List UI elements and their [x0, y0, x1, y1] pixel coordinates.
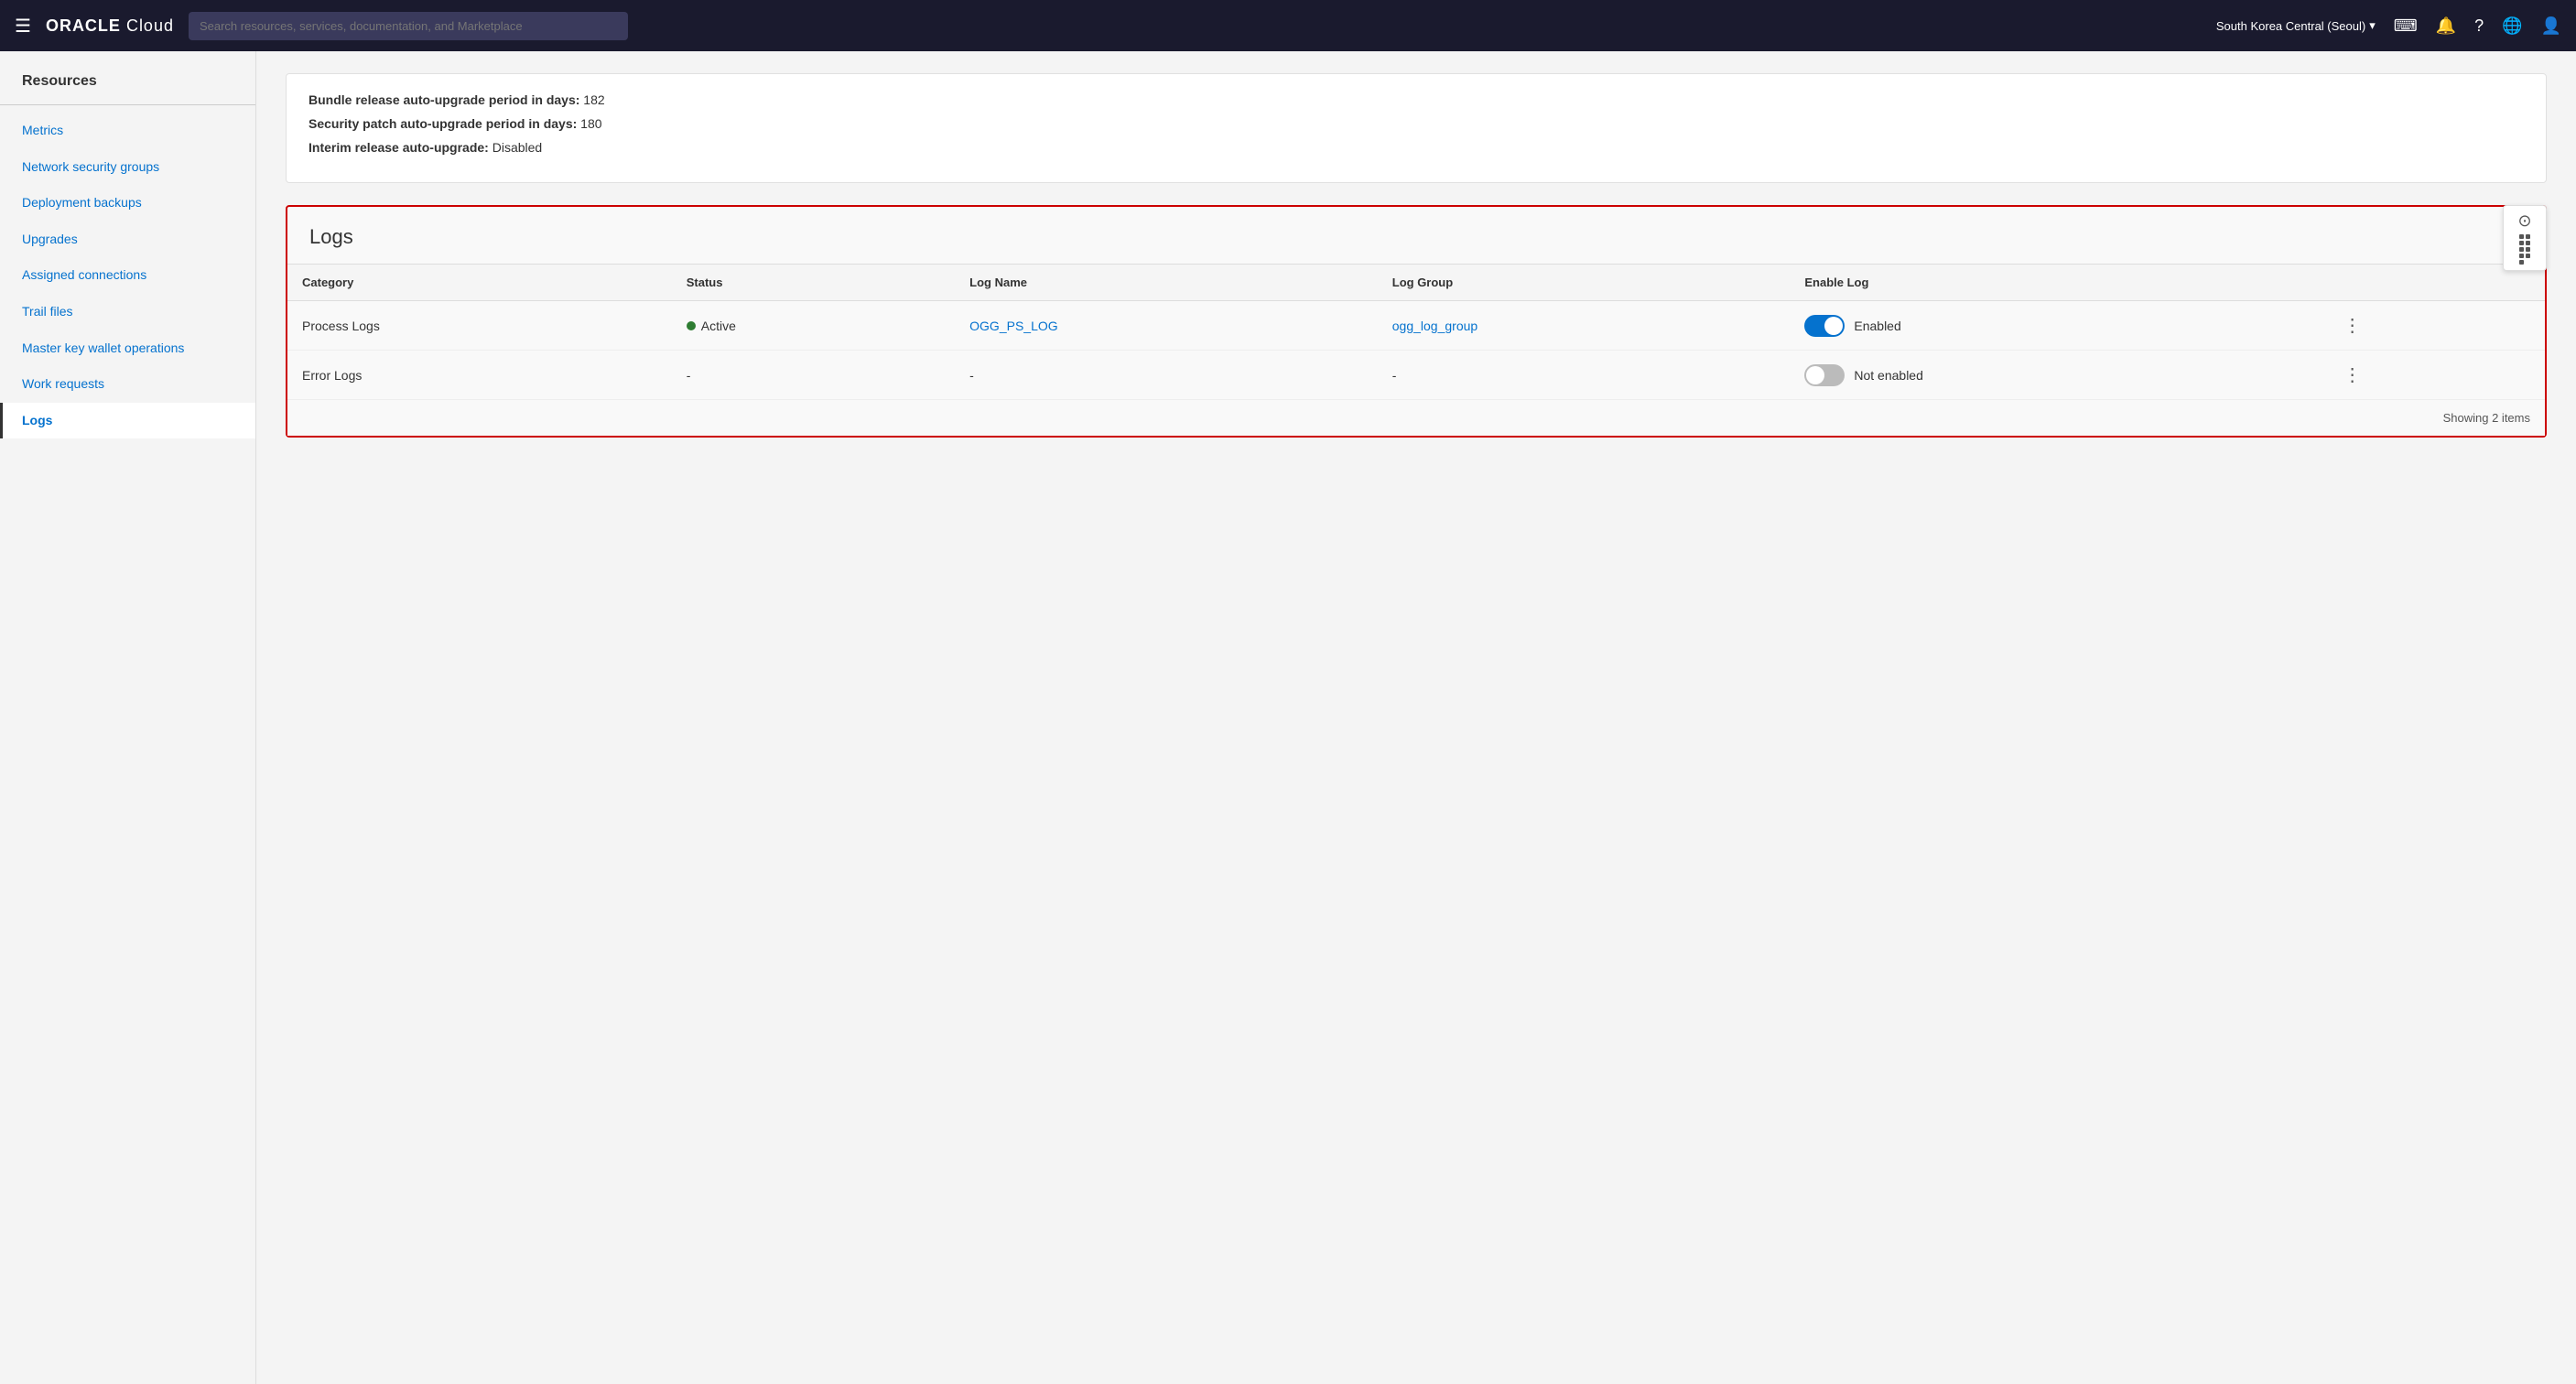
status-active-indicator: Active: [687, 319, 940, 333]
bundle-release-value: 182: [583, 92, 604, 107]
interim-release-row: Interim release auto-upgrade: Disabled: [308, 140, 2524, 155]
row-0-log-name[interactable]: OGG_PS_LOG: [955, 301, 1378, 351]
col-log-group: Log Group: [1378, 265, 1791, 301]
table-row: Process Logs Active OGG_PS_LOG ogg_log_grou…: [287, 301, 2545, 351]
enable-log-label: Not enabled: [1854, 368, 1923, 383]
row-0-status: Active: [672, 301, 955, 351]
row-1-more-actions[interactable]: ⋮: [2322, 351, 2545, 400]
user-avatar[interactable]: 👤: [2541, 16, 2561, 36]
global-search-input[interactable]: [189, 12, 628, 40]
row-1-enable-log: Not enabled: [1790, 351, 2321, 400]
top-navigation: ☰ ORACLE Cloud South Korea Central (Seou…: [0, 0, 2576, 51]
sidebar-item-logs[interactable]: Logs: [0, 403, 255, 439]
bell-icon[interactable]: 🔔: [2436, 16, 2456, 36]
col-status: Status: [672, 265, 955, 301]
toggle-knob: [1824, 317, 1843, 335]
sidebar-item-work-requests[interactable]: Work requests: [0, 366, 255, 403]
table-header-row: Category Status Log Name Log Group Enabl…: [287, 265, 2545, 301]
sidebar-item-assigned-connections[interactable]: Assigned connections: [0, 257, 255, 294]
sidebar-item-metrics[interactable]: Metrics: [0, 113, 255, 149]
sidebar-item-master-key-wallet-operations[interactable]: Master key wallet operations: [0, 330, 255, 367]
col-log-name: Log Name: [955, 265, 1378, 301]
toggle-knob: [1806, 366, 1824, 384]
security-patch-label: Security patch auto-upgrade period in da…: [308, 116, 577, 131]
row-0-category: Process Logs: [287, 301, 672, 351]
interim-release-label: Interim release auto-upgrade:: [308, 140, 489, 155]
enable-log-toggle[interactable]: [1804, 364, 1845, 386]
main-content: Bundle release auto-upgrade period in da…: [256, 51, 2576, 1384]
region-selector[interactable]: South Korea Central (Seoul) ▾: [2216, 18, 2376, 33]
logs-table: Category Status Log Name Log Group Enabl…: [287, 264, 2545, 399]
logs-section: ⊙ Logs Category Status Log Name: [286, 205, 2547, 438]
interim-release-value: Disabled: [492, 140, 542, 155]
security-patch-value: 180: [580, 116, 601, 131]
hamburger-menu[interactable]: ☰: [15, 15, 31, 38]
sidebar-item-network-security-groups[interactable]: Network security groups: [0, 149, 255, 186]
sidebar-item-upgrades[interactable]: Upgrades: [0, 222, 255, 258]
row-0-log-group[interactable]: ogg_log_group: [1378, 301, 1791, 351]
help-icon[interactable]: ?: [2474, 16, 2484, 36]
row-1-status: -: [672, 351, 955, 400]
code-icon[interactable]: ⌨: [2394, 16, 2418, 36]
row-1-category: Error Logs: [287, 351, 672, 400]
row-0-enable-log: Enabled: [1790, 301, 2321, 351]
logs-header: Logs: [287, 207, 2545, 264]
grid-view-icon[interactable]: [2519, 234, 2530, 265]
info-section: Bundle release auto-upgrade period in da…: [286, 73, 2547, 183]
sidebar-item-deployment-backups[interactable]: Deployment backups: [0, 185, 255, 222]
table-row: Error Logs--- Not enabled ⋮: [287, 351, 2545, 400]
globe-icon[interactable]: 🌐: [2502, 16, 2522, 36]
bundle-release-row: Bundle release auto-upgrade period in da…: [308, 92, 2524, 107]
enable-log-label: Enabled: [1854, 319, 1900, 333]
logs-title: Logs: [309, 225, 353, 249]
toggle-wrap: Not enabled: [1804, 364, 2306, 386]
more-menu-icon[interactable]: ⋮: [2336, 312, 2369, 340]
col-enable-log: Enable Log: [1790, 265, 2321, 301]
floating-action-panel: ⊙: [2503, 205, 2547, 271]
toggle-wrap: Enabled: [1804, 315, 2306, 337]
row-1-log-name: -: [955, 351, 1378, 400]
status-dot: [687, 321, 696, 330]
row-1-log-group: -: [1378, 351, 1791, 400]
oracle-logo: ORACLE Cloud: [46, 16, 174, 36]
table-footer: Showing 2 items: [287, 399, 2545, 436]
more-menu-icon[interactable]: ⋮: [2336, 362, 2369, 389]
sidebar-item-trail-files[interactable]: Trail files: [0, 294, 255, 330]
help-circle-icon[interactable]: ⊙: [2517, 211, 2531, 231]
enable-log-toggle[interactable]: [1804, 315, 1845, 337]
bundle-release-label: Bundle release auto-upgrade period in da…: [308, 92, 579, 107]
row-0-more-actions[interactable]: ⋮: [2322, 301, 2545, 351]
sidebar: Resources Metrics Network security group…: [0, 51, 256, 1384]
log-name-link[interactable]: OGG_PS_LOG: [969, 319, 1057, 333]
col-category: Category: [287, 265, 672, 301]
nav-right-section: South Korea Central (Seoul) ▾ ⌨ 🔔 ? 🌐 👤: [2216, 16, 2561, 36]
page-layout: Resources Metrics Network security group…: [0, 51, 2576, 1384]
status-text: Active: [701, 319, 736, 333]
security-patch-row: Security patch auto-upgrade period in da…: [308, 116, 2524, 131]
log-group-link[interactable]: ogg_log_group: [1392, 319, 1477, 333]
sidebar-resources-title: Resources: [0, 73, 255, 105]
